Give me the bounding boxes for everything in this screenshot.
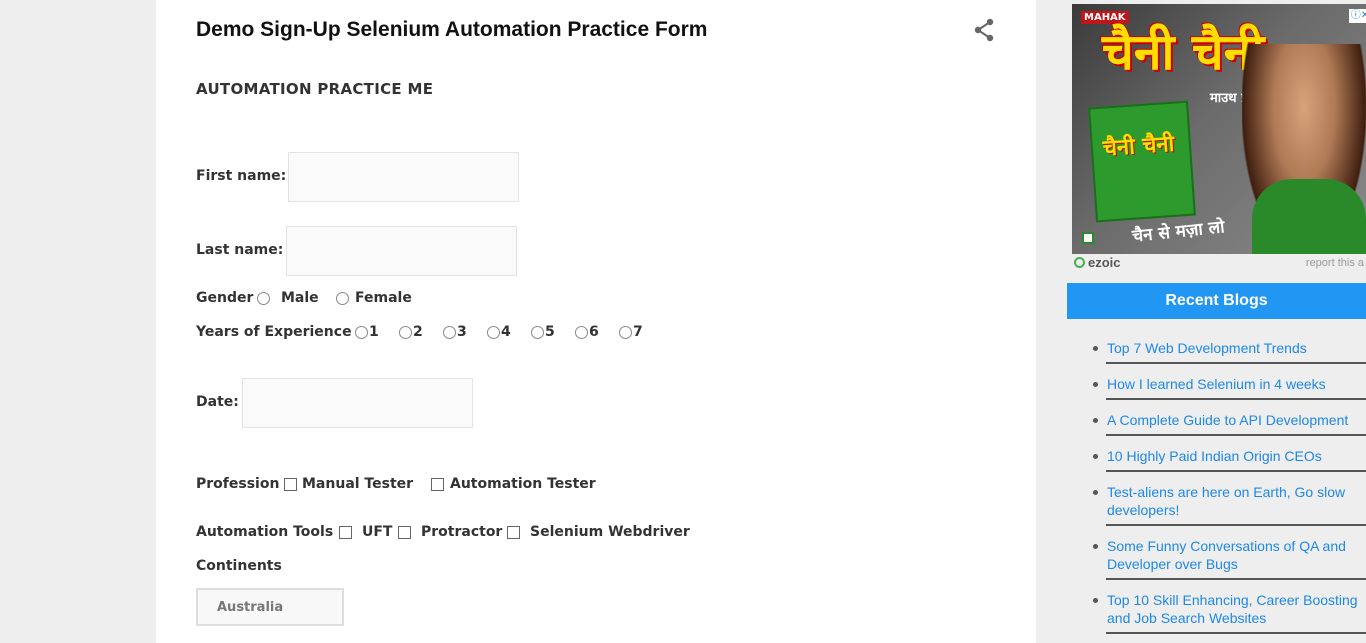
ezoic-label: ezoic	[1088, 255, 1121, 270]
experience-option-3: 3	[457, 324, 467, 340]
left-gutter	[0, 0, 156, 643]
recent-blogs-list: Top 7 Web Development Trends How I learn…	[1066, 330, 1366, 636]
list-item[interactable]: How I learned Selenium in 4 weeks	[1066, 366, 1366, 402]
blog-link[interactable]: How I learned Selenium in 4 weeks	[1107, 375, 1366, 393]
blog-link[interactable]: Top 10 Skill Enhancing, Career Boosting …	[1107, 591, 1366, 627]
gender-male-radio[interactable]	[257, 292, 270, 305]
tools-protractor-label: Protractor	[421, 524, 503, 540]
experience-option-5: 5	[545, 324, 555, 340]
tools-protractor-checkbox[interactable]	[398, 526, 411, 539]
blog-link[interactable]: A Complete Guide to API Development	[1107, 411, 1366, 429]
report-ad-link[interactable]: report this a	[1306, 257, 1364, 269]
experience-option-1: 1	[369, 324, 379, 340]
experience-option-6: 6	[589, 324, 599, 340]
profession-automation-label: Automation Tester	[450, 476, 596, 492]
last-name-label: Last name:	[196, 242, 284, 258]
blog-link[interactable]: Top 7 Web Development Trends	[1107, 339, 1366, 357]
profession-manual-label: Manual Tester	[302, 476, 414, 492]
blog-link[interactable]: Test-aliens are here on Earth, Go slow d…	[1107, 483, 1366, 519]
list-item[interactable]: Test-aliens are here on Earth, Go slow d…	[1066, 474, 1366, 528]
blog-link[interactable]: 10 Highly Paid Indian Origin CEOs	[1107, 447, 1366, 465]
date-input[interactable]	[242, 378, 473, 428]
first-name-input[interactable]	[288, 152, 519, 202]
profession-automation-checkbox[interactable]	[431, 478, 444, 491]
experience-radio-2[interactable]	[399, 326, 412, 339]
date-label: Date:	[196, 394, 239, 410]
tools-uft-label: UFT	[362, 524, 393, 540]
veg-mark-icon	[1082, 232, 1094, 244]
blog-link[interactable]: Some Funny Conversations of QA and Devel…	[1107, 537, 1366, 573]
gender-male-label: Male	[281, 290, 319, 306]
list-item[interactable]: 10 Highly Paid Indian Origin CEOs	[1066, 438, 1366, 474]
experience-label: Years of Experience	[196, 324, 352, 340]
ad-footer: ezoic report this a	[1072, 254, 1366, 272]
experience-radio-4[interactable]	[487, 326, 500, 339]
experience-radio-5[interactable]	[531, 326, 544, 339]
profession-manual-checkbox[interactable]	[284, 478, 297, 491]
profession-label: Profession	[196, 476, 280, 492]
recent-blogs-heading: Recent Blogs	[1067, 283, 1366, 319]
tools-uft-checkbox[interactable]	[339, 526, 352, 539]
continents-label: Continents	[196, 558, 282, 574]
gender-female-radio[interactable]	[336, 292, 349, 305]
ad-pack-text: चैनी चैनी	[1102, 131, 1176, 162]
list-item[interactable]: A Complete Guide to API Development	[1066, 402, 1366, 438]
post-title: Demo Sign-Up Selenium Automation Practic…	[196, 18, 708, 41]
gender-female-label: Female	[355, 290, 412, 306]
list-item[interactable]: Some Funny Conversations of QA and Devel…	[1066, 528, 1366, 582]
gender-label: Gender	[196, 290, 254, 306]
share-icon[interactable]	[973, 18, 995, 42]
experience-option-7: 7	[633, 324, 643, 340]
experience-radio-1[interactable]	[355, 326, 368, 339]
adchoices-icon[interactable]: ⓘ✕	[1349, 9, 1366, 23]
tools-label: Automation Tools	[196, 524, 334, 540]
advertisement[interactable]: MAHAK चैनी चैनी माउथ फ्रेशनर चैनी चैनी च…	[1072, 4, 1366, 254]
last-name-input[interactable]	[286, 226, 517, 276]
tools-selenium-label: Selenium Webdriver	[530, 524, 690, 540]
sidebar: MAHAK चैनी चैनी माउथ फ्रेशनर चैनी चैनी च…	[1066, 0, 1366, 643]
ad-model-dress	[1252, 179, 1366, 254]
experience-option-4: 4	[501, 324, 511, 340]
ezoic-icon	[1074, 257, 1085, 268]
experience-radio-3[interactable]	[443, 326, 456, 339]
experience-radio-6[interactable]	[575, 326, 588, 339]
main-content: Demo Sign-Up Selenium Automation Practic…	[156, 0, 1036, 643]
list-item[interactable]: Top 7 Web Development Trends	[1066, 330, 1366, 366]
experience-option-2: 2	[413, 324, 423, 340]
list-item[interactable]: Top 10 Skill Enhancing, Career Boosting …	[1066, 582, 1366, 636]
ad-product-pack: चैनी चैनी	[1088, 100, 1196, 223]
continents-selected-value: Australia	[217, 600, 284, 615]
continents-select[interactable]: Australia	[196, 588, 344, 626]
tools-selenium-checkbox[interactable]	[507, 526, 520, 539]
form-subtitle: AUTOMATION PRACTICE ME	[196, 80, 434, 98]
ezoic-logo[interactable]: ezoic	[1074, 255, 1121, 270]
experience-radio-7[interactable]	[619, 326, 632, 339]
first-name-label: First name:	[196, 168, 287, 184]
column-gap	[1036, 0, 1066, 643]
ad-title: चैनी चैनी	[1102, 23, 1265, 81]
